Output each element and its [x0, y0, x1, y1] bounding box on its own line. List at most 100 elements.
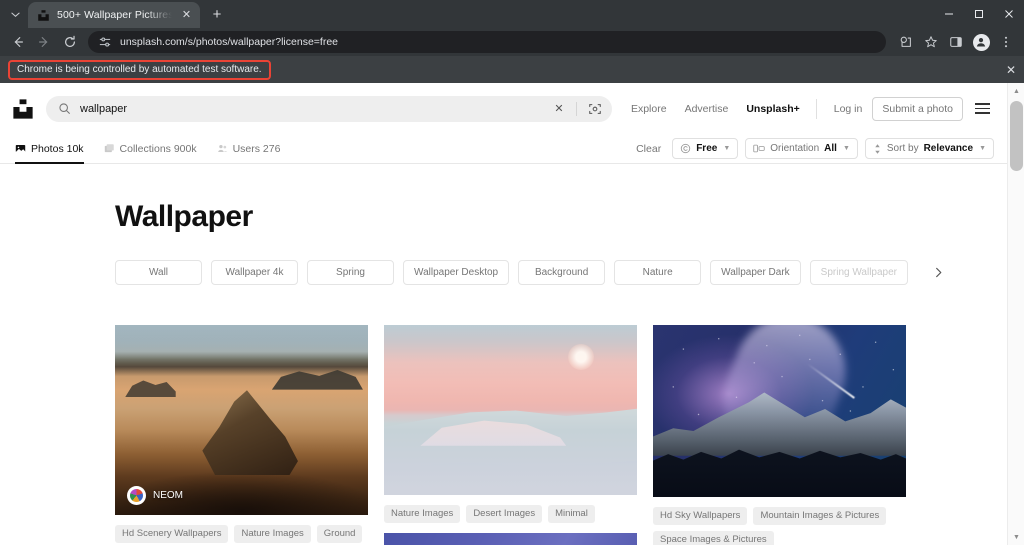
related-search-chip[interactable]: Wallpaper Desktop — [403, 260, 509, 285]
page-scrollbar[interactable]: ▲ ▼ — [1007, 83, 1024, 545]
photo-tag[interactable]: Mountain Images & Pictures — [753, 507, 886, 525]
scrollbar-thumb[interactable] — [1010, 101, 1023, 171]
related-search-chip[interactable]: Wallpaper Dark — [710, 260, 801, 285]
photo-image-blue-gradient[interactable] — [384, 533, 637, 545]
tab-users-label: Users 276 — [233, 143, 281, 155]
unsplash-logo-icon[interactable] — [10, 96, 36, 122]
photo-tag[interactable]: Minimal — [548, 505, 595, 523]
browser-window: 500+ Wallpaper Pictures | Dow ✕ + — [0, 0, 1024, 545]
bookmark-star-icon[interactable] — [919, 30, 943, 54]
photo-rock-main — [196, 388, 302, 475]
new-tab-button[interactable]: + — [204, 1, 230, 27]
sort-filter-button[interactable]: Sort by Relevance ▼ — [865, 138, 994, 159]
nav-link-unsplash-plus[interactable]: Unsplash+ — [737, 103, 808, 115]
related-search-chip[interactable]: Wall — [115, 260, 202, 285]
related-search-chip[interactable]: Background — [518, 260, 605, 285]
login-link[interactable]: Log in — [824, 103, 873, 115]
related-search-chip[interactable]: Wallpaper 4k — [211, 260, 298, 285]
photo-tag[interactable]: Nature Images — [384, 505, 460, 523]
photo-image-desert[interactable]: NEOM — [115, 325, 368, 515]
photo-tags: Hd Sky Wallpapers Mountain Images & Pict… — [653, 507, 906, 545]
chevron-right-icon[interactable] — [925, 260, 951, 285]
window-maximize-icon[interactable] — [964, 0, 994, 28]
photo-moon — [568, 344, 594, 370]
orientation-filter-value: All — [824, 143, 837, 154]
orientation-filter-label: Orientation — [770, 143, 819, 154]
chevron-down-icon: ▼ — [843, 145, 850, 152]
orientation-icon — [753, 143, 765, 154]
photo-card[interactable]: NEOM — [115, 325, 368, 515]
visual-search-icon[interactable] — [586, 102, 604, 116]
related-search-chip[interactable]: Nature — [614, 260, 701, 285]
photo-tags: Hd Scenery Wallpapers Nature Images Grou… — [115, 525, 368, 543]
filter-bar: Photos 10k Collections 900k Users 276 — [0, 134, 1007, 164]
hamburger-menu-icon[interactable] — [970, 97, 994, 121]
photo-rock-far — [272, 367, 363, 390]
search-results: Wallpaper Wall Wallpaper 4k Spring Wallp… — [0, 200, 1007, 545]
photo-card[interactable] — [384, 533, 637, 545]
photo-grid: NEOM Hd Scenery Wallpapers Nature Images… — [115, 325, 907, 545]
tab-collections-label: Collections 900k — [120, 143, 197, 155]
tab-close-icon[interactable]: ✕ — [179, 8, 194, 23]
browser-tab[interactable]: 500+ Wallpaper Pictures | Dow ✕ — [28, 2, 200, 28]
address-bar[interactable]: unsplash.com/s/photos/wallpaper?license=… — [88, 31, 886, 53]
forward-icon[interactable] — [32, 30, 56, 54]
clear-filters-link[interactable]: Clear — [632, 143, 665, 155]
photo-image-milky-way[interactable] — [653, 325, 906, 497]
photo-tag[interactable]: Hd Scenery Wallpapers — [115, 525, 228, 543]
tab-photos-label: Photos 10k — [31, 143, 84, 155]
page-viewport: ✕ Explore Advertise Unsplash+ Log in — [0, 83, 1024, 545]
photo-card[interactable] — [384, 325, 637, 495]
share-icon[interactable] — [894, 30, 918, 54]
tab-title: 500+ Wallpaper Pictures | Dow — [57, 9, 172, 21]
photo-haze — [115, 325, 368, 363]
related-search-chip[interactable]: Spring Wallpaper — [810, 260, 908, 285]
sort-filter-value: Relevance — [924, 143, 973, 154]
orientation-filter-button[interactable]: Orientation All ▼ — [745, 138, 858, 159]
site-settings-icon[interactable] — [98, 35, 112, 49]
related-search-chip[interactable]: Spring — [307, 260, 394, 285]
photo-tag[interactable]: Ground — [317, 525, 363, 543]
sort-icon — [873, 143, 882, 155]
address-bar-url: unsplash.com/s/photos/wallpaper?license=… — [120, 36, 338, 48]
profile-avatar-icon[interactable] — [969, 30, 993, 54]
reload-icon[interactable] — [58, 30, 82, 54]
page-title: Wallpaper — [115, 200, 1007, 234]
search-input[interactable] — [80, 103, 542, 115]
window-minimize-icon[interactable] — [934, 0, 964, 28]
side-panel-icon[interactable] — [944, 30, 968, 54]
copyright-icon — [680, 143, 691, 154]
photo-tag[interactable]: Nature Images — [234, 525, 310, 543]
tab-collections[interactable]: Collections 900k — [94, 134, 207, 164]
scrollbar-down-arrow-icon[interactable]: ▼ — [1008, 529, 1024, 545]
nav-link-explore[interactable]: Explore — [622, 103, 676, 115]
search-clear-icon[interactable]: ✕ — [551, 102, 567, 115]
photo-image-pastel-dunes[interactable] — [384, 325, 637, 495]
site-header: ✕ Explore Advertise Unsplash+ Log in — [0, 83, 1007, 134]
infobar-close-icon[interactable]: ✕ — [1006, 56, 1016, 83]
back-icon[interactable] — [6, 30, 30, 54]
license-filter-value: Free — [696, 143, 717, 154]
automation-infobar: Chrome is being controlled by automated … — [0, 56, 1024, 83]
photo-tag[interactable]: Hd Sky Wallpapers — [653, 507, 747, 525]
window-controls — [934, 0, 1024, 28]
search-tabs-icon[interactable] — [2, 1, 28, 27]
nav-link-advertise[interactable]: Advertise — [676, 103, 738, 115]
tab-users[interactable]: Users 276 — [207, 134, 291, 164]
unsplash-favicon-icon — [37, 9, 50, 22]
search-bar[interactable]: ✕ — [46, 96, 612, 122]
photo-tag[interactable]: Space Images & Pictures — [653, 531, 774, 545]
license-filter-button[interactable]: Free ▼ — [672, 138, 738, 159]
chevron-down-icon: ▼ — [979, 145, 986, 152]
scrollbar-up-arrow-icon[interactable]: ▲ — [1008, 83, 1024, 100]
avatar-icon — [127, 486, 146, 505]
window-close-icon[interactable] — [994, 0, 1024, 28]
search-icon — [58, 102, 71, 115]
submit-photo-button[interactable]: Submit a photo — [872, 97, 963, 121]
photo-credit[interactable]: NEOM — [127, 486, 183, 505]
photo-tag[interactable]: Desert Images — [466, 505, 542, 523]
tab-photos[interactable]: Photos 10k — [10, 134, 94, 164]
three-dot-menu-icon[interactable] — [994, 30, 1018, 54]
photo-card[interactable] — [653, 325, 906, 497]
chevron-down-icon: ▼ — [723, 145, 730, 152]
